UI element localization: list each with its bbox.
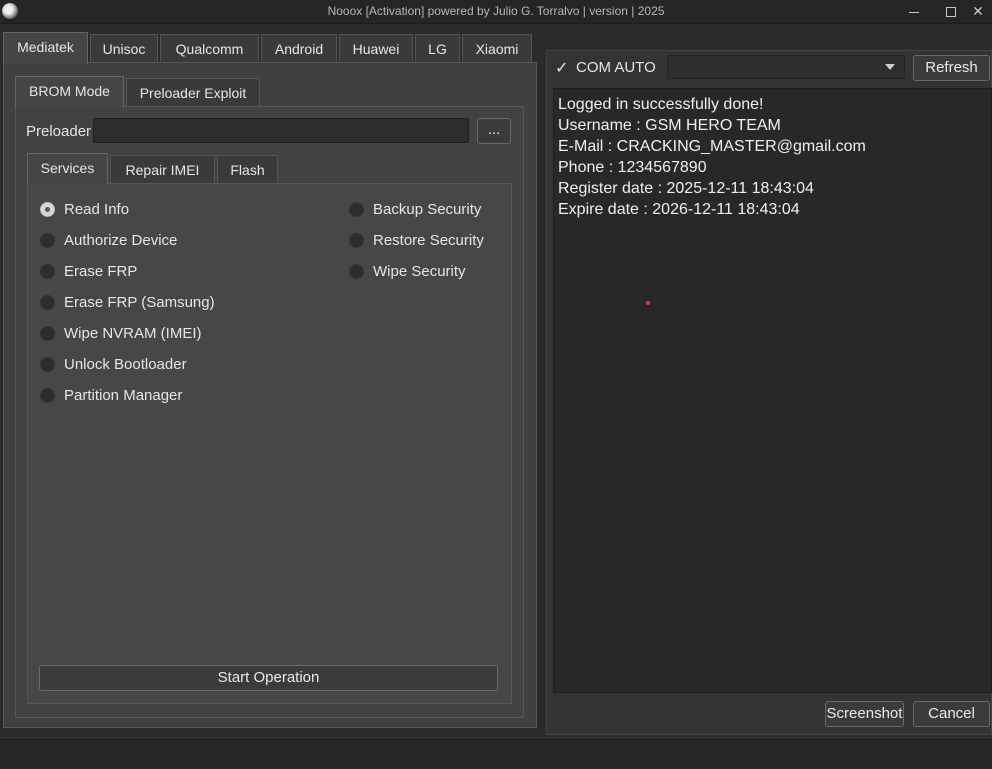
- tab-preloader-exploit[interactable]: Preloader Exploit: [126, 78, 260, 108]
- radio-button[interactable]: [40, 387, 55, 403]
- radio-button[interactable]: [40, 356, 55, 372]
- cursor-dot: [646, 301, 650, 305]
- radio-label: Unlock Bootloader: [64, 355, 187, 373]
- radio-wipe-security[interactable]: Wipe Security: [349, 261, 466, 281]
- log-output: Logged in successfully done! Username : …: [553, 88, 992, 693]
- refresh-button[interactable]: Refresh: [913, 55, 990, 81]
- radio-partition-manager[interactable]: Partition Manager: [40, 385, 182, 405]
- minimize-button[interactable]: [902, 2, 926, 22]
- tab-repair-imei[interactable]: Repair IMEI: [110, 155, 215, 185]
- radio-button[interactable]: [349, 201, 364, 217]
- close-icon: ✕: [972, 4, 984, 20]
- radio-label: Restore Security: [373, 231, 484, 249]
- radio-wipe-nvram[interactable]: Wipe NVRAM (IMEI): [40, 323, 202, 343]
- radio-erase-frp[interactable]: Erase FRP: [40, 261, 137, 281]
- radio-label: Read Info: [64, 200, 130, 218]
- chevron-down-icon: [885, 64, 895, 70]
- tab-lg[interactable]: LG: [415, 34, 460, 64]
- maximize-icon: [946, 7, 956, 17]
- radio-label: Authorize Device: [64, 231, 178, 249]
- title-bar: Nooox [Activation] powered by Julio G. T…: [0, 0, 992, 24]
- cancel-button[interactable]: Cancel: [913, 701, 990, 727]
- browse-preloader-button[interactable]: ...: [477, 118, 511, 144]
- radio-label: Wipe Security: [373, 262, 466, 280]
- radio-button[interactable]: [40, 263, 55, 279]
- radio-backup-security[interactable]: Backup Security: [349, 199, 481, 219]
- radio-label: Erase FRP (Samsung): [64, 293, 215, 311]
- radio-button[interactable]: [40, 232, 55, 248]
- radio-unlock-bootloader[interactable]: Unlock Bootloader: [40, 354, 187, 374]
- log-line: Register date : 2025-12-11 18:43:04: [558, 180, 814, 197]
- com-auto-checkbox[interactable]: ✓: [555, 58, 568, 77]
- com-auto-label: COM AUTO: [576, 59, 656, 76]
- close-button[interactable]: ✕: [966, 2, 990, 22]
- radio-button[interactable]: [349, 232, 364, 248]
- log-line: Phone : 1234567890: [558, 159, 707, 176]
- tab-xiaomi[interactable]: Xiaomi: [462, 34, 532, 64]
- tab-flash[interactable]: Flash: [217, 155, 278, 185]
- tab-qualcomm[interactable]: Qualcomm: [160, 34, 259, 64]
- tab-mediatek[interactable]: Mediatek: [3, 32, 88, 64]
- tab-android[interactable]: Android: [261, 34, 337, 64]
- minimize-icon: [909, 12, 919, 13]
- log-line: E-Mail : CRACKING_MASTER@gmail.com: [558, 138, 866, 155]
- preloader-input[interactable]: [93, 118, 469, 143]
- start-operation-button[interactable]: Start Operation: [39, 665, 498, 691]
- radio-read-info[interactable]: Read Info: [40, 199, 129, 219]
- radio-label: Backup Security: [373, 200, 482, 218]
- radio-button[interactable]: [349, 263, 364, 279]
- preloader-label: Preloader: [26, 123, 92, 140]
- radio-restore-security[interactable]: Restore Security: [349, 230, 484, 250]
- log-line: Username : GSM HERO TEAM: [558, 117, 781, 134]
- tab-services[interactable]: Services: [27, 153, 108, 185]
- radio-label: Erase FRP: [64, 262, 138, 280]
- radio-button[interactable]: [40, 294, 55, 310]
- log-line: Logged in successfully done!: [558, 96, 764, 113]
- window-title: Nooox [Activation] powered by Julio G. T…: [327, 4, 665, 18]
- tab-brom-mode[interactable]: BROM Mode: [15, 76, 124, 108]
- radio-authorize-device[interactable]: Authorize Device: [40, 230, 177, 250]
- radio-button[interactable]: [40, 325, 55, 341]
- radio-label: Wipe NVRAM (IMEI): [64, 324, 202, 342]
- radio-label: Partition Manager: [64, 386, 183, 404]
- screenshot-button[interactable]: Screenshot: [825, 701, 904, 727]
- tab-unisoc[interactable]: Unisoc: [90, 34, 158, 64]
- tab-huawei[interactable]: Huawei: [339, 34, 413, 64]
- com-port-select[interactable]: [667, 55, 905, 79]
- radio-erase-frp-samsung[interactable]: Erase FRP (Samsung): [40, 292, 215, 312]
- status-bar: [0, 737, 992, 767]
- log-line: Expire date : 2026-12-11 18:43:04: [558, 201, 800, 218]
- maximize-button[interactable]: [939, 2, 963, 22]
- radio-button[interactable]: [40, 201, 55, 217]
